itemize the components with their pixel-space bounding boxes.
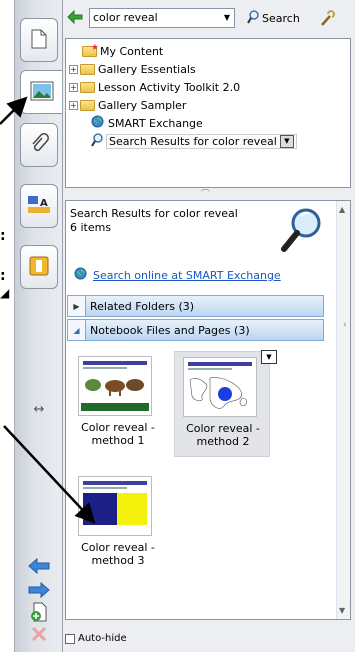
triangle-right-icon: ▶ [68,296,86,316]
autohide-label: Auto-hide [78,633,127,644]
addons-tab[interactable] [20,245,58,289]
tree-item-selected: Search Results for color reveal ▼ [106,133,297,149]
triangle-expanded-icon: ◢ [68,320,86,340]
attachments-tab[interactable] [20,123,58,167]
folder-icon [80,81,95,93]
tree-item-label: Gallery Sampler [98,98,187,112]
file-caption-line: method 1 [91,434,145,447]
panel-splitter[interactable]: ⌒ [63,190,355,200]
file-caption-line: Color reveal - [81,541,155,554]
results-count: 6 items [70,221,112,234]
rail-glyph: ◢ [0,286,10,300]
expand-icon[interactable]: + [69,64,78,74]
tree-item-my-content[interactable]: ★ My Content [80,43,163,59]
gallery-panel: color reveal ▼ Search ★ My Content + Gal… [62,0,355,652]
search-button-label: Search [262,11,300,25]
splitter-grip-icon[interactable]: ‹ [343,320,347,330]
search-combobox-value: color reveal [93,11,158,24]
expand-icon[interactable]: + [69,100,78,110]
delete-page-button[interactable] [22,622,56,648]
wrench-icon[interactable] [319,9,335,30]
results-title: Search Results for color reveal [70,207,238,220]
search-online-link-label: Search online at SMART Exchange [93,268,281,282]
file-caption-line: Color reveal - [81,421,155,434]
page-sorter-tab[interactable] [20,18,58,62]
chevron-down-icon[interactable]: ▼ [261,350,277,364]
file-caption: Color reveal - method 1 [70,421,166,447]
rail-glyph: : [0,228,6,244]
search-button[interactable]: Search [247,9,300,27]
thumbnail-image [78,356,152,416]
checkbox-box[interactable] [65,633,75,644]
tree-item-lesson-activity-toolkit[interactable]: + Lesson Activity Toolkit 2.0 [69,79,240,95]
file-caption: Color reveal - method 2 [175,422,271,448]
tree-item-label: Gallery Essentials [98,62,196,76]
page-sorter-icon [29,28,49,53]
expand-icon[interactable]: + [69,82,78,92]
properties-icon: A [27,195,51,218]
chevron-down-icon[interactable]: ▼ [224,9,230,27]
magnifier-icon [278,207,322,253]
tree-item-label: SMART Exchange [108,116,203,130]
tree-item-label: Lesson Activity Toolkit 2.0 [98,80,241,94]
move-left-icon [27,557,51,577]
scroll-down-icon[interactable]: ▼ [339,606,345,615]
my-content-folder-icon: ★ [82,43,99,57]
gallery-icon [30,81,54,104]
autohide-checkbox[interactable]: Auto-hide [65,633,127,644]
file-thumbnail-selected[interactable]: ▼ Color reveal - method 2 [174,350,277,457]
results-header: Search Results for color reveal 6 items [70,207,238,235]
file-caption-line: Color reveal - [186,422,260,435]
search-results-pane: ▲ ▼ Search Results for color reveal 6 it… [65,200,351,620]
search-combobox[interactable]: color reveal ▼ [89,8,235,28]
side-tab-rail: A : : ◢ ↔ [0,0,62,652]
tree-item-label: My Content [100,44,164,58]
tree-item-gallery-sampler[interactable]: + Gallery Sampler [69,97,186,113]
attachments-icon [29,132,49,158]
tree-item-smart-exchange[interactable]: SMART Exchange [91,115,203,131]
file-thumbnail[interactable]: Color reveal - method 1 [70,351,166,457]
move-right-icon [27,581,51,601]
gallery-tree: ★ My Content + Gallery Essentials + Less… [65,38,351,188]
section-label: Related Folders (3) [90,299,195,313]
file-caption: Color reveal - method 3 [70,541,166,567]
results-scrollbar[interactable]: ▲ ▼ [336,201,350,619]
thumbnail-image [78,476,152,536]
section-related-folders[interactable]: ▶ Related Folders (3) [67,295,324,317]
file-caption-line: method 3 [91,554,145,567]
gallery-toolbar: color reveal ▼ Search [63,0,355,36]
resize-icon: ↔ [33,401,45,417]
section-label: Notebook Files and Pages (3) [90,323,250,337]
chevron-down-icon[interactable]: ▼ [279,134,294,148]
globe-icon [91,115,104,131]
thumbnail-image [183,357,257,417]
splitter-grip-icon: ⌒ [201,190,211,200]
move-left-button[interactable] [22,554,56,580]
addons-icon [28,255,50,280]
file-thumbnail[interactable]: Color reveal - method 3 [70,471,166,577]
rail-glyph: : [0,268,6,284]
folder-icon [80,99,95,111]
search-icon [91,132,103,150]
scroll-up-icon[interactable]: ▲ [339,205,345,214]
resize-handle[interactable]: ↔ [22,396,56,422]
folder-icon [80,63,95,75]
section-notebook-files[interactable]: ◢ Notebook Files and Pages (3) [67,319,324,341]
tree-item-gallery-essentials[interactable]: + Gallery Essentials [69,61,196,77]
properties-tab[interactable]: A [20,184,58,228]
tree-item-search-results[interactable]: Search Results for color reveal ▼ [91,132,297,150]
globe-icon [74,267,87,283]
back-arrow-icon[interactable] [67,9,83,27]
close-icon [30,625,48,646]
file-caption-line: method 2 [196,435,250,448]
tree-item-label: Search Results for color reveal [109,134,277,148]
search-online-link[interactable]: Search online at SMART Exchange [74,267,281,283]
gallery-tab[interactable] [20,70,62,114]
search-icon [247,9,259,27]
